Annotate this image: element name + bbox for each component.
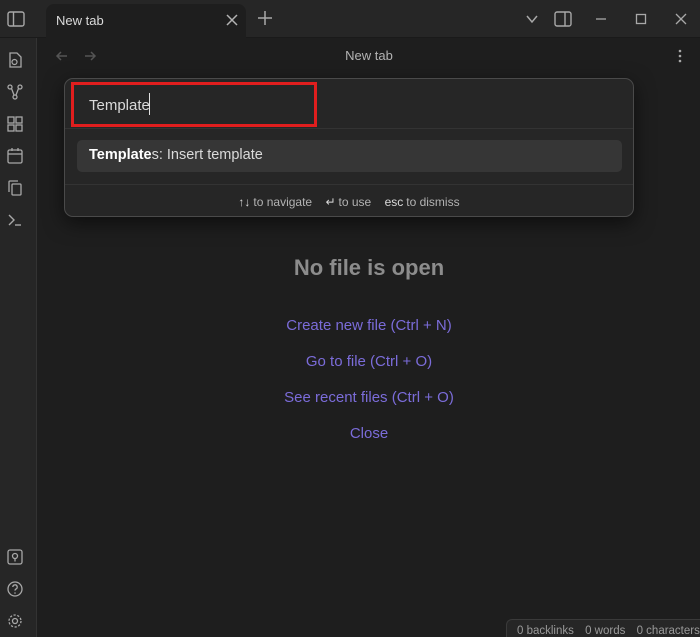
minimize-icon[interactable]: [592, 10, 610, 28]
empty-state-title: No file is open: [293, 255, 445, 280]
suggestion-rest: s: Insert template: [151, 147, 263, 163]
instruction-key: esc: [384, 195, 404, 209]
terminal-icon[interactable]: [6, 211, 24, 229]
maximize-icon[interactable]: [632, 10, 650, 28]
backlinks-count[interactable]: 0 backlinks: [517, 625, 574, 637]
file-search-icon[interactable]: [6, 51, 24, 69]
calendar-icon[interactable]: [6, 147, 24, 165]
help-icon[interactable]: [6, 580, 24, 598]
title-bar: New tab: [0, 0, 700, 38]
see-recent-files-link[interactable]: See recent files (Ctrl + O): [38, 389, 700, 407]
tab-new-tab[interactable]: New tab: [46, 4, 246, 38]
plus-icon[interactable]: [258, 11, 272, 25]
create-new-file-link[interactable]: Create new file (Ctrl + N): [38, 317, 700, 335]
highlight-box: [71, 82, 317, 127]
suggestion-item-insert-template[interactable]: Templates: Insert template: [77, 140, 622, 172]
graph-icon[interactable]: [6, 83, 24, 101]
suggestion-match: Template: [89, 147, 152, 163]
close-icon[interactable]: [224, 12, 240, 28]
close-link[interactable]: Close: [38, 425, 700, 443]
character-count: 0 characters: [636, 625, 700, 637]
status-bar: 0 backlinks 0 words 0 characters: [506, 619, 700, 637]
instruction-key: ↵: [325, 195, 336, 209]
go-to-file-link[interactable]: Go to file (Ctrl + O): [38, 353, 700, 371]
vault-icon[interactable]: [6, 548, 24, 566]
instruction-dismiss: esc to dismiss: [385, 195, 460, 209]
word-count: 0 words: [585, 625, 626, 637]
instruction-key: ↑↓: [238, 195, 251, 209]
empty-state: No file is open Create new file (Ctrl + …: [38, 255, 700, 443]
instruction-text: to navigate: [253, 195, 313, 209]
instruction-navigate: ↑↓ to navigate: [238, 195, 312, 209]
tab-title: New tab: [56, 13, 104, 28]
instruction-text: to dismiss: [406, 195, 460, 209]
prompt-instructions: ↑↓ to navigate ↵ to use esc to dismiss: [65, 184, 633, 217]
chevron-down-icon[interactable]: [523, 10, 541, 28]
window-close-icon[interactable]: [672, 10, 690, 28]
view-header: New tab: [38, 38, 700, 74]
view-title: New tab: [345, 48, 393, 63]
split-view-icon[interactable]: [554, 10, 572, 28]
instruction-text: to use: [338, 195, 372, 209]
more-options-icon[interactable]: [672, 48, 688, 64]
prompt-input-container: [65, 79, 633, 129]
gear-icon[interactable]: [6, 612, 24, 630]
command-palette: Templates: Insert template ↑↓to navigate…: [64, 78, 634, 217]
instruction-use: ↵ to use: [325, 195, 371, 209]
canvas-icon[interactable]: [6, 115, 24, 133]
copy-icon[interactable]: [6, 179, 24, 197]
ribbon: [0, 38, 37, 637]
sidebar-toggle-icon[interactable]: [6, 9, 26, 29]
